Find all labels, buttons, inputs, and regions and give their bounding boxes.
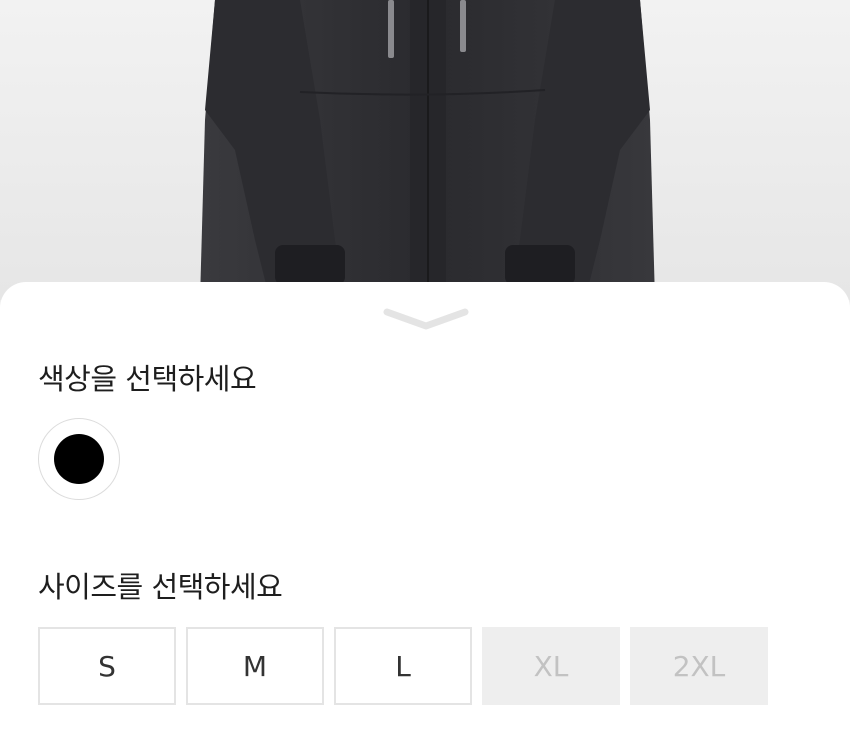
- product-image: [0, 0, 850, 300]
- color-swatch-black[interactable]: [38, 418, 120, 500]
- size-option-l[interactable]: L: [334, 627, 472, 705]
- size-option-m[interactable]: M: [186, 627, 324, 705]
- size-option-2xl: 2XL: [630, 627, 768, 705]
- size-option-xl: XL: [482, 627, 620, 705]
- size-option-s[interactable]: S: [38, 627, 176, 705]
- color-swatch-dot: [54, 434, 104, 484]
- chevron-down-icon[interactable]: [383, 304, 469, 334]
- size-section-title: 사이즈를 선택하세요: [38, 570, 283, 604]
- jacket-image: [200, 0, 655, 300]
- color-section-title: 색상을 선택하세요: [38, 362, 257, 396]
- option-bottom-sheet: 색상을 선택하세요 사이즈를 선택하세요 S M L XL 2XL: [0, 282, 850, 748]
- size-options: S M L XL 2XL: [38, 627, 768, 705]
